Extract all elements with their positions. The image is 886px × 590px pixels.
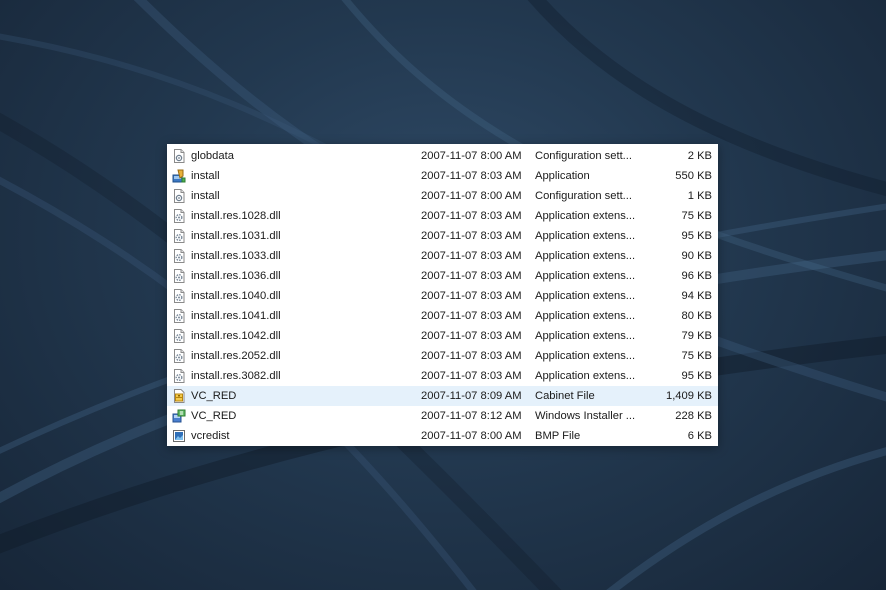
file-size: 96 KB — [681, 270, 712, 282]
file-type: Application extens... — [535, 290, 636, 302]
file-size: 228 KB — [675, 410, 712, 422]
file-size: 2 KB — [687, 150, 712, 162]
file-date: 2007-11-07 8:03 AM — [421, 310, 522, 322]
installer-app-icon — [172, 169, 186, 183]
file-date: 2007-11-07 8:03 AM — [421, 290, 522, 302]
bmp-image-icon — [172, 429, 186, 443]
file-size: 95 KB — [681, 230, 712, 242]
file-row[interactable]: install.res.1033.dll 2007-11-07 8:03 AM Ap… — [167, 246, 718, 266]
file-date: 2007-11-07 8:00 AM — [421, 150, 522, 162]
file-name: install.res.1028.dll — [191, 210, 281, 222]
file-date: 2007-11-07 8:03 AM — [421, 170, 522, 182]
dll-file-icon — [172, 369, 186, 383]
file-name: install.res.1042.dll — [191, 330, 281, 342]
file-name: install.res.1036.dll — [191, 270, 281, 282]
file-date: 2007-11-07 8:03 AM — [421, 270, 522, 282]
msi-package-icon — [172, 409, 186, 423]
file-row[interactable]: install 2007-11-07 8:00 AM Configuration s… — [167, 186, 718, 206]
file-date: 2007-11-07 8:03 AM — [421, 330, 522, 342]
file-date: 2007-11-07 8:03 AM — [421, 250, 522, 262]
file-type: Application extens... — [535, 230, 636, 242]
file-size: 90 KB — [681, 250, 712, 262]
file-type: Configuration sett... — [535, 150, 633, 162]
file-size: 94 KB — [681, 290, 712, 302]
file-size: 6 KB — [687, 430, 712, 442]
file-date: 2007-11-07 8:03 AM — [421, 210, 522, 222]
file-list: globdata 2007-11-07 8:00 AM Configuration … — [167, 144, 718, 446]
file-type: Application extens... — [535, 270, 636, 282]
file-type: Application — [535, 170, 590, 182]
file-type: Cabinet File — [535, 390, 595, 402]
dll-file-icon — [172, 309, 186, 323]
file-date: 2007-11-07 8:12 AM — [421, 410, 522, 422]
file-row[interactable]: install.res.1028.dll 2007-11-07 8:03 AM Ap… — [167, 206, 718, 226]
file-row[interactable]: vcredist 2007-11-07 8:00 AM BMP File 6 KB — [167, 426, 718, 446]
file-row[interactable]: install.res.1042.dll 2007-11-07 8:03 AM Ap… — [167, 326, 718, 346]
file-date: 2007-11-07 8:03 AM — [421, 350, 522, 362]
file-row[interactable]: install.res.3082.dll 2007-11-07 8:03 AM Ap… — [167, 366, 718, 386]
file-size: 80 KB — [681, 310, 712, 322]
dll-file-icon — [172, 349, 186, 363]
file-name: install — [191, 190, 220, 202]
dll-file-icon — [172, 269, 186, 283]
file-name: VC_RED — [191, 390, 237, 402]
file-type: BMP File — [535, 430, 581, 442]
file-row[interactable]: install.res.2052.dll 2007-11-07 8:03 AM Ap… — [167, 346, 718, 366]
file-name: install — [191, 170, 220, 182]
file-row[interactable]: install.res.1036.dll 2007-11-07 8:03 AM Ap… — [167, 266, 718, 286]
file-name: vcredist — [191, 430, 230, 442]
dll-file-icon — [172, 209, 186, 223]
file-size: 79 KB — [681, 330, 712, 342]
file-type: Application extens... — [535, 250, 636, 262]
file-row[interactable]: install.res.1041.dll 2007-11-07 8:03 AM Ap… — [167, 306, 718, 326]
file-type: Configuration sett... — [535, 190, 633, 202]
file-name: install.res.1031.dll — [191, 230, 281, 242]
file-name: install.res.1041.dll — [191, 310, 281, 322]
file-row[interactable]: install.res.1031.dll 2007-11-07 8:03 AM Ap… — [167, 226, 718, 246]
file-size: 1 KB — [687, 190, 712, 202]
file-size: 1,409 KB — [665, 390, 712, 402]
file-name: VC_RED — [191, 410, 237, 422]
file-type: Application extens... — [535, 350, 636, 362]
file-size: 550 KB — [675, 170, 712, 182]
dll-file-icon — [172, 289, 186, 303]
cabinet-file-icon — [172, 389, 186, 403]
file-date: 2007-11-07 8:00 AM — [421, 190, 522, 202]
file-size: 75 KB — [681, 210, 712, 222]
dll-file-icon — [172, 249, 186, 263]
file-name: install.res.1033.dll — [191, 250, 281, 262]
file-name: install.res.3082.dll — [191, 370, 281, 382]
file-type: Application extens... — [535, 310, 636, 322]
dll-file-icon — [172, 229, 186, 243]
file-date: 2007-11-07 8:00 AM — [421, 430, 522, 442]
file-size: 95 KB — [681, 370, 712, 382]
config-file-icon — [172, 189, 186, 203]
file-row[interactable]: install.res.1040.dll 2007-11-07 8:03 AM Ap… — [167, 286, 718, 306]
file-row[interactable]: globdata 2007-11-07 8:00 AM Configuration … — [167, 146, 718, 166]
file-type: Application extens... — [535, 330, 636, 342]
file-name: globdata — [191, 150, 234, 162]
file-row[interactable]: VC_RED 2007-11-07 8:12 AM Windows Installe… — [167, 406, 718, 426]
file-date: 2007-11-07 8:03 AM — [421, 230, 522, 242]
file-date: 2007-11-07 8:03 AM — [421, 370, 522, 382]
file-type: Application extens... — [535, 210, 636, 222]
dll-file-icon — [172, 329, 186, 343]
file-type: Windows Installer ... — [535, 410, 636, 422]
file-name: install.res.2052.dll — [191, 350, 281, 362]
file-date: 2007-11-07 8:09 AM — [421, 390, 522, 402]
file-row[interactable]: install 2007-11-07 8:03 AM Application 550 … — [167, 166, 718, 186]
file-row[interactable]: VC_RED 2007-11-07 8:09 AM Cabinet File 1,40… — [167, 386, 718, 406]
config-file-icon — [172, 149, 186, 163]
file-type: Application extens... — [535, 370, 636, 382]
file-size: 75 KB — [681, 350, 712, 362]
file-name: install.res.1040.dll — [191, 290, 281, 302]
